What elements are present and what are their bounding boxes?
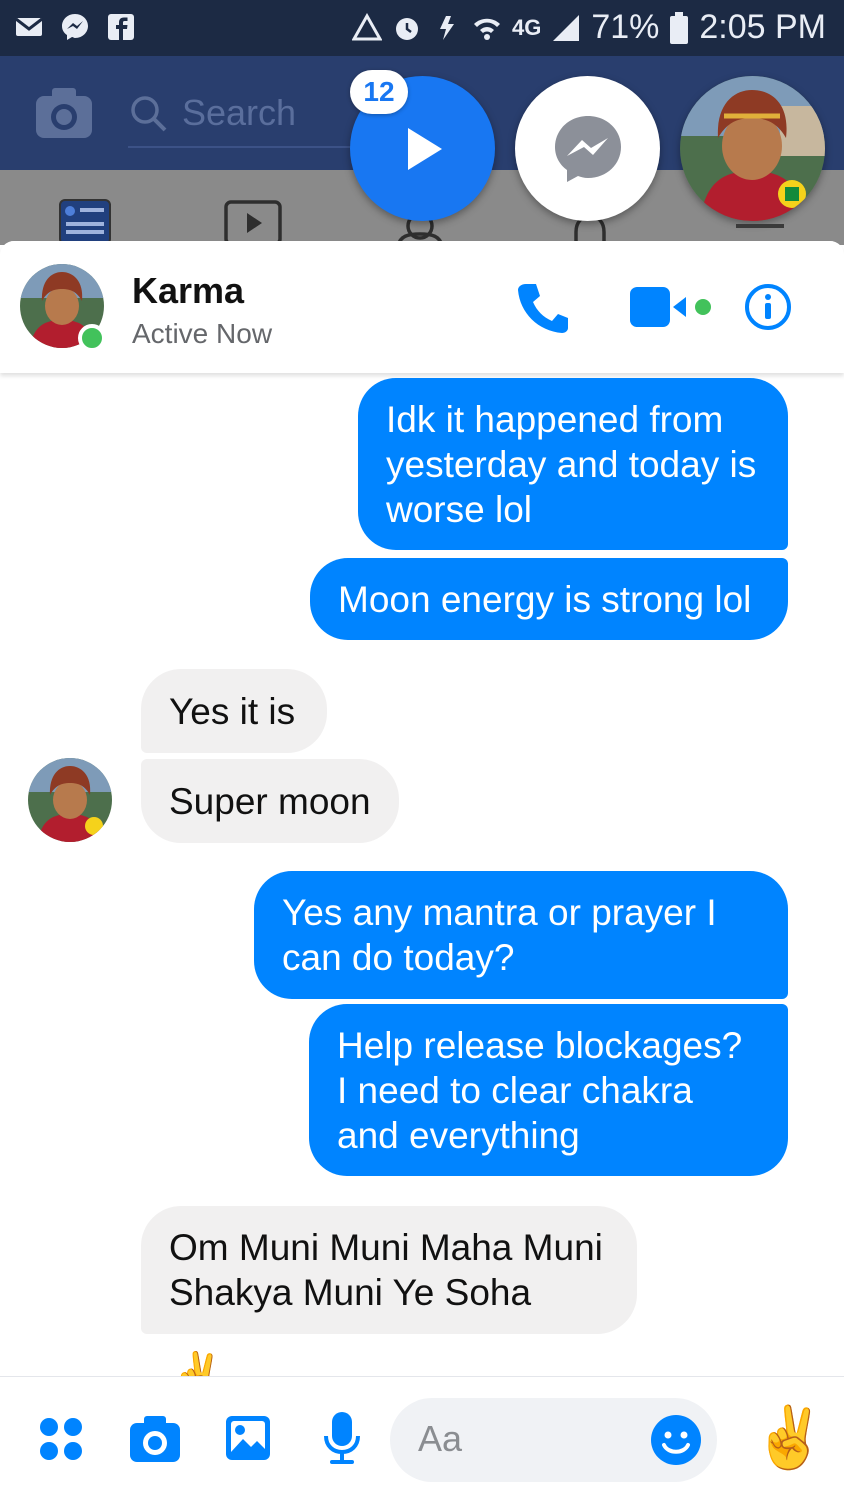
data-saver-icon: [439, 15, 454, 40]
news-feed-icon[interactable]: [58, 198, 112, 246]
incoming-message[interactable]: Yes it is: [141, 669, 327, 753]
nfc-icon: [351, 12, 382, 40]
voice-call-icon[interactable]: [516, 282, 570, 334]
selected-head-indicator: [736, 224, 784, 228]
avatar-photo: [28, 758, 112, 842]
signal-icon: [553, 14, 580, 41]
play-icon: [408, 128, 442, 170]
outgoing-message[interactable]: Yes any mantra or prayer I can do today?: [254, 871, 788, 999]
camera-icon[interactable]: [128, 1414, 182, 1464]
outgoing-message[interactable]: Help release blockages? I need to clear …: [309, 1004, 788, 1176]
messenger-chat-head[interactable]: [515, 76, 660, 221]
battery-icon: [670, 11, 689, 44]
network-type: 4G: [511, 14, 542, 40]
unread-count-badge: 12: [350, 70, 408, 114]
battery-percent: 71%: [591, 8, 660, 46]
gallery-icon[interactable]: [224, 1414, 272, 1462]
incoming-message[interactable]: Super moon: [141, 759, 399, 843]
facebook-notification-icon: [108, 14, 134, 40]
contact-name[interactable]: Karma: [132, 270, 244, 312]
video-call-icon[interactable]: [628, 285, 716, 329]
messenger-notification-icon: [62, 14, 88, 40]
camera-icon[interactable]: [34, 86, 94, 140]
alarm-icon: [395, 17, 418, 40]
conversation-header: [0, 241, 844, 373]
facebook-search-field[interactable]: Search: [128, 80, 378, 148]
emoji-icon[interactable]: [650, 1414, 702, 1466]
more-actions-icon[interactable]: [38, 1416, 84, 1462]
contact-chat-head-avatar[interactable]: [680, 76, 825, 221]
watch-icon[interactable]: [224, 200, 282, 246]
quick-reaction-button[interactable]: ✌: [752, 1398, 827, 1478]
avatar-photo: [680, 76, 825, 221]
peace-emoji-message[interactable]: ✌: [168, 1348, 225, 1376]
online-status-dot: [78, 324, 106, 352]
status-bar: 4G 71% 2:05 PM: [0, 0, 844, 56]
outgoing-message[interactable]: Moon energy is strong lol: [310, 558, 788, 640]
active-status: Active Now: [132, 318, 273, 349]
microphone-icon[interactable]: [322, 1410, 362, 1466]
clock-time: 2:05 PM: [699, 8, 826, 46]
message-input-placeholder: Aa: [418, 1418, 463, 1459]
outgoing-message[interactable]: Idk it happened from yesterday and today…: [358, 378, 788, 550]
messenger-icon: [555, 116, 621, 182]
info-icon[interactable]: [744, 283, 792, 331]
search-placeholder: Search: [182, 92, 297, 133]
search-icon: [131, 96, 167, 132]
sender-avatar[interactable]: [28, 758, 112, 842]
mail-icon: [15, 17, 43, 36]
incoming-message[interactable]: Om Muni Muni Maha Muni Shakya Muni Ye So…: [141, 1206, 637, 1334]
wifi-icon: [473, 18, 500, 40]
